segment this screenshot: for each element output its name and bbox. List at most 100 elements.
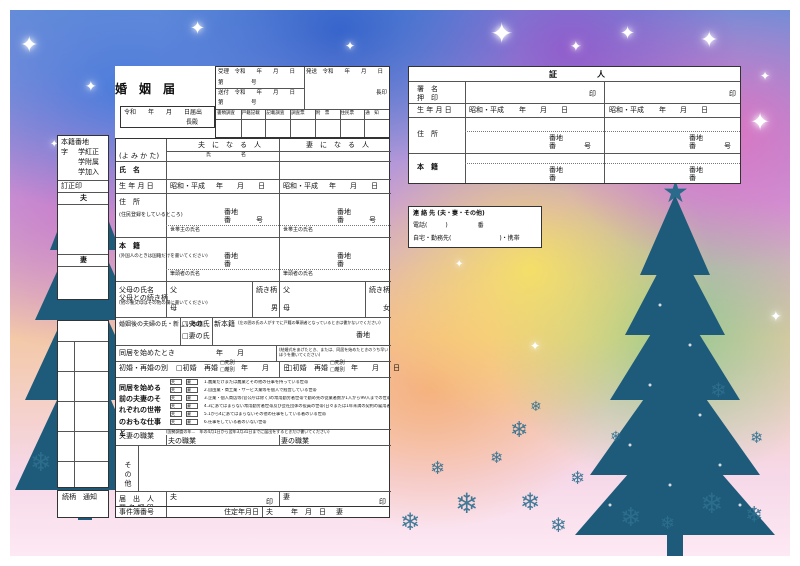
sparkle-star-icon: ✦: [750, 108, 771, 136]
case-number-label: 事件簿番号: [119, 508, 154, 516]
receipt-chief: 長印: [376, 90, 388, 96]
husband-occupation-checkbox[interactable]: 夫: [170, 403, 182, 409]
husband-column-header: 夫 に な る 人: [198, 141, 261, 149]
row-first-cohabit: 同居を始めたとき: [119, 349, 175, 357]
left-panel-item: 字: [61, 148, 68, 156]
wife-honseki-banchi: 番地: [337, 252, 351, 260]
husband-surname-option: □夫の氏: [182, 320, 210, 328]
witness2-address-ban: 番: [689, 142, 696, 150]
witness2-honseki-ban: 番: [689, 174, 696, 182]
filing-date: 令和 年 月 日届出: [124, 109, 203, 116]
form-title-block: 婚 姻 届 令和 年 月 日届出 長殿: [115, 66, 215, 138]
witness2-address-go: 号: [724, 142, 731, 150]
left-side-panel-top: 本籍番地 字 学紅正 学附属 学加入 訂正印 夫 妻: [57, 135, 109, 300]
receipt-block: 受理 令和 年 月 日 発送 令和 年 月 日 第 号 送付 令和 年 月 日 …: [215, 66, 390, 138]
wife-divorce: □離別: [330, 367, 345, 373]
witness1-honseki-ban: 番: [549, 174, 556, 182]
receipt-accepted: 受理 令和 年 月 日: [218, 69, 296, 75]
witness-address-label: 住 所: [417, 130, 438, 138]
sparkle-star-icon: ✦: [345, 39, 356, 53]
main-form-body: 夫 に な る 人 妻 に な る 人 (よ み か た) 氏 名 氏 名 生 …: [115, 138, 400, 516]
row-occupation-intro: 同居を始める前の夫妻のそれぞれの世帯のおもな仕事と: [119, 384, 161, 437]
row-address: 住 所: [119, 198, 140, 206]
left-panel-wife-label: 妻: [80, 256, 87, 264]
wife-occupation-checkbox[interactable]: 妻: [186, 403, 198, 409]
witness2-ymd: 年 月 日: [659, 106, 708, 114]
new-honseki-label: 新本籍: [214, 320, 235, 328]
left-panel-item: 学加入: [78, 168, 99, 176]
receipt-column-label: 附 票: [315, 111, 330, 116]
left-panel-item: 学紅正: [78, 148, 99, 156]
sparkle-star-icon: ✦: [490, 17, 514, 50]
wife-occupation-checkbox[interactable]: 妻: [186, 411, 198, 417]
witness1-address-go: 号: [584, 142, 591, 150]
residence-date-ymd: 年 月 日: [291, 508, 326, 516]
wife-death: □死別: [330, 360, 345, 366]
sparkle-star-icon: ✦: [85, 79, 97, 95]
sparkle-star-icon: ✦: [20, 33, 39, 58]
husband-first-marriage: □初婚: [176, 364, 197, 372]
wife-first-marriage: □初婚: [286, 364, 307, 372]
residence-date-wife: 妻: [336, 508, 343, 516]
husband-address-banchi: 番地: [224, 208, 238, 216]
husband-head-name: 世帯主の氏名: [170, 227, 201, 233]
new-honseki-banchi: 番地: [356, 331, 370, 339]
snowflake-icon: ❄: [570, 468, 586, 489]
contact-title: 連 絡 先 (夫・妻・その他): [413, 210, 485, 217]
wife-occupation: 妻の職業: [281, 437, 309, 445]
husband-head2-name: 筆頭者の氏名: [170, 271, 201, 277]
row-previous: 初婚・再婚の別: [119, 364, 168, 372]
witness-honseki-label: 本 籍: [417, 163, 438, 171]
wife-column-header: 妻 に な る 人: [306, 141, 369, 149]
christmas-tree-right: [575, 195, 775, 556]
husband-occupation-checkbox[interactable]: 夫: [170, 419, 182, 425]
husband-father: 父: [170, 286, 177, 294]
witness-sign-label: 署 名 押 印: [417, 85, 438, 103]
husband-honseki-ban: 番: [224, 260, 231, 268]
wife-mother: 母: [283, 304, 290, 312]
witness-title: 証 人: [549, 70, 605, 79]
husband-surname-mark: 氏 名: [206, 152, 247, 158]
husband-occupation-checkbox[interactable]: 夫: [170, 387, 182, 393]
witness1-showa: 昭和・平成: [469, 106, 504, 114]
occupation-option: 4.3にあてはまらない常用勤労者世帯及び会社団体の役員の世帯(日々または1年未満…: [204, 404, 389, 408]
husband-divorce: □離別: [220, 367, 235, 373]
snowflake-icon: ❄: [520, 488, 541, 516]
wife-occupation-checkbox[interactable]: 妻: [186, 387, 198, 393]
occupation-option: 1.農業だけまたは農業とその他の仕事を持っている世帯: [204, 380, 309, 384]
marriage-registration-sheet: ✦ ✦ ✦ ✦ ✦ ✦ ✦ ✦ ✦ ✦ ✦ ✦ ✦ ✦ ★ ❄ ❄ ❄ ❄ ❄ …: [10, 10, 790, 556]
witness1-honseki-banchi: 番地: [549, 166, 563, 174]
wife-occupation-checkbox[interactable]: 妻: [186, 395, 198, 401]
husband-honseki-banchi: 番地: [224, 252, 238, 260]
wife-occupation-checkbox[interactable]: 妻: [186, 419, 198, 425]
husband-occupation-checkbox[interactable]: 夫: [170, 379, 182, 385]
wife-surname-option: □妻の氏: [182, 332, 210, 340]
row-address-note: (住民登録をしているところ): [119, 212, 183, 218]
snowflake-icon: ❄: [700, 487, 724, 520]
cohabit-note: (結婚式をあげたとき、または、同居を始めたときのうち早いほうを書いてください): [279, 347, 389, 358]
husband-occupation-checkbox[interactable]: 夫: [170, 411, 182, 417]
wife-address-ban: 番: [337, 216, 344, 224]
occupation-option: 3.企業・個人商店等(官公庁は除く)の常用勤労者世帯で勤め先の従業者数が1人から…: [204, 396, 389, 400]
husband-occupation-checkbox[interactable]: 夫: [170, 395, 182, 401]
left-panel-item: 訂正印: [61, 182, 82, 190]
wife-relation: 続き柄: [369, 286, 390, 294]
witness2-address-banchi: 番地: [689, 134, 703, 142]
husband-showa: 昭和・平成: [170, 182, 205, 190]
row-name: 氏 名: [119, 166, 140, 174]
witness1-seal: 印: [589, 90, 596, 98]
husband-sign-label: 夫: [170, 493, 177, 501]
cohabit-date: 年 月: [216, 349, 244, 357]
form-title: 婚 姻 届: [115, 82, 176, 96]
left-panel-relation-label: 続柄 通知: [62, 493, 97, 501]
husband-occupation: 夫の職業: [168, 437, 196, 445]
left-panel-relation-tab: 続柄 通知: [57, 490, 109, 518]
sparkle-star-icon: ✦: [190, 18, 206, 39]
left-panel-item: 本籍番地: [61, 138, 89, 146]
husband-address-ban: 番: [224, 216, 231, 224]
row-honseki: 本 籍: [119, 242, 140, 250]
left-panel-item: 学附属: [78, 158, 99, 166]
sparkle-star-icon: ✦: [760, 69, 771, 83]
wife-occupation-checkbox[interactable]: 妻: [186, 379, 198, 385]
husband-remarriage: 再婚: [204, 364, 218, 372]
